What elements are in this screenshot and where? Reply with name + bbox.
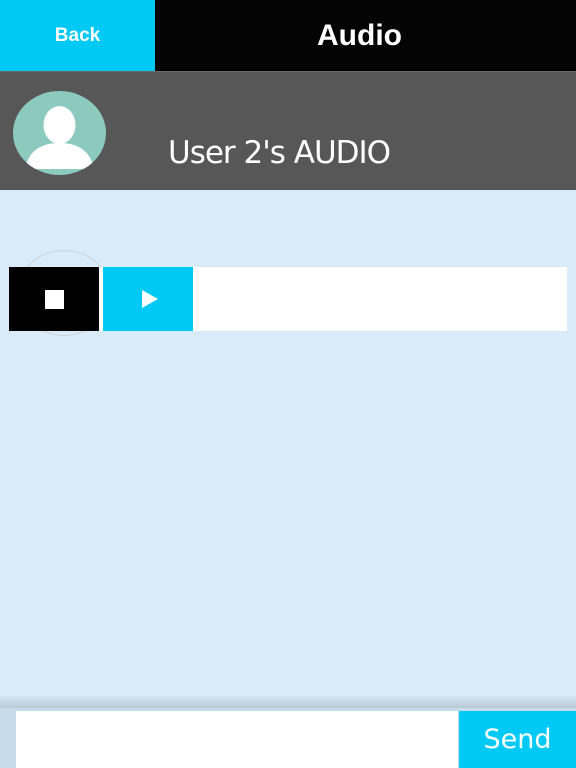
user-header: User 2's AUDIO (0, 71, 576, 190)
user-silhouette-icon (25, 106, 94, 169)
message-input[interactable] (16, 711, 458, 768)
avatar (13, 91, 106, 175)
play-button[interactable] (103, 267, 193, 331)
message-composer: Send (0, 708, 576, 768)
back-button[interactable]: Back (0, 0, 155, 71)
play-icon (142, 290, 158, 308)
stop-button[interactable] (9, 267, 99, 331)
stop-icon (44, 289, 64, 309)
composer-divider (0, 694, 576, 708)
page-title: Audio (317, 18, 402, 52)
audio-player (9, 267, 567, 331)
user-audio-title: User 2's AUDIO (168, 135, 391, 171)
send-button[interactable]: Send (459, 711, 576, 768)
top-nav-bar: Back Audio (0, 0, 576, 71)
